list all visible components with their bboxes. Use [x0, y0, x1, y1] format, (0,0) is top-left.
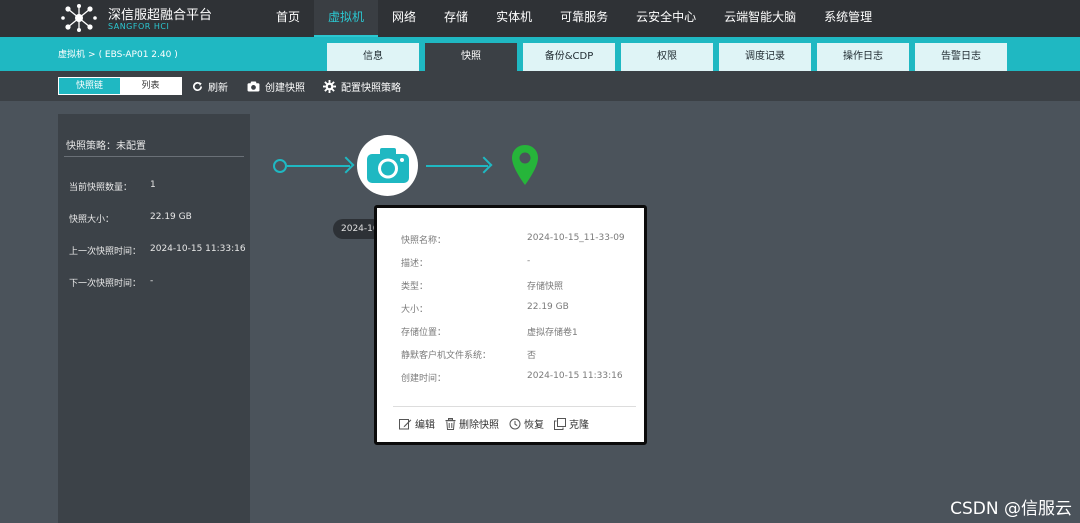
create-snapshot-label: 创建快照: [265, 83, 305, 94]
popover-row-size: 大小： 22.19 GB: [401, 302, 569, 315]
snapshot-detail-popover: 快照名称： 2024-10-15_11-33-09 描述： - 类型： 存储快照…: [374, 205, 647, 445]
brand-subtitle: SANGFOR HCI: [108, 22, 170, 31]
create-snapshot-button[interactable]: 创建快照: [247, 79, 305, 94]
nav-item-physical[interactable]: 实体机: [482, 0, 546, 37]
divider: [64, 156, 244, 157]
snapshot-count: 1: [150, 180, 156, 190]
sangfor-logo-icon: [61, 4, 97, 32]
camera-icon: [247, 81, 260, 92]
view-switch: 快照链 列表: [58, 77, 182, 95]
tab-snapshot[interactable]: 快照: [425, 43, 517, 71]
snapshot-name: 2024-10-15_11-33-09: [527, 233, 625, 243]
top-nav-bar: 深信服超融合平台 SANGFOR HCI 首页 虚拟机 网络 存储 实体机 可靠…: [0, 0, 1080, 37]
refresh-label: 刷新: [208, 83, 228, 94]
info-row-size: 快照大小： 22.19 GB: [69, 212, 192, 225]
snapshot-policy-status: 快照策略：未配置: [66, 141, 146, 152]
breadcrumb-separator: >: [88, 50, 96, 60]
refresh-icon: [193, 82, 202, 91]
clone-icon: [554, 417, 566, 430]
edit-icon: [399, 418, 412, 429]
clone-button[interactable]: 克隆: [554, 416, 589, 431]
delete-snapshot-button[interactable]: 删除快照: [445, 416, 499, 431]
popover-row-location: 存储位置： 虚拟存储卷1: [401, 325, 578, 338]
popover-row-type: 类型： 存储快照: [401, 279, 563, 292]
nav-item-system[interactable]: 系统管理: [810, 0, 886, 37]
divider: [393, 406, 636, 407]
chain-arrow: [426, 165, 488, 167]
tab-backup-cdp[interactable]: 备份&CDP: [523, 43, 615, 71]
breadcrumb-current: ( EBS-AP01 2.40 ): [98, 50, 178, 60]
tab-schedule-log[interactable]: 调度记录: [719, 43, 811, 71]
app-window: 深信服超融合平台 SANGFOR HCI 首页 虚拟机 网络 存储 实体机 可靠…: [0, 0, 1080, 523]
snapshot-size: 22.19 GB: [150, 212, 192, 222]
sub-header: 虚拟机 >( EBS-AP01 2.40 ) 信息 快照 备份&CDP 权限 调度…: [0, 37, 1080, 71]
trash-icon: [445, 417, 456, 430]
snapshot-toolbar: 快照链 列表 刷新 创建快照 配置快照策略: [0, 71, 1080, 101]
tab-operation-log[interactable]: 操作日志: [817, 43, 909, 71]
chain-arrow: [287, 165, 350, 167]
restore-clock-icon: [509, 418, 521, 429]
next-snapshot-time: -: [150, 276, 154, 286]
view-list-button[interactable]: 列表: [120, 78, 181, 94]
gear-icon: [323, 80, 336, 93]
main-nav: 首页 虚拟机 网络 存储 实体机 可靠服务 云安全中心 云端智能大脑 系统管理: [262, 0, 886, 37]
storage-location: 虚拟存储卷1: [527, 328, 578, 338]
popover-row-created: 创建时间： 2024-10-15 11:33:16: [401, 371, 623, 384]
nav-item-vm[interactable]: 虚拟机: [314, 0, 379, 37]
nav-item-cloud-security[interactable]: 云安全中心: [622, 0, 710, 37]
snapshot-info-panel: 快照策略：未配置 当前快照数量： 1 快照大小： 22.19 GB 上一次快照时…: [58, 114, 250, 523]
chain-start-node: [273, 159, 287, 173]
breadcrumb-root[interactable]: 虚拟机: [58, 50, 85, 60]
nav-item-reliability[interactable]: 可靠服务: [546, 0, 622, 37]
tab-info[interactable]: 信息: [327, 43, 419, 71]
breadcrumb: 虚拟机 >( EBS-AP01 2.40 ): [58, 47, 178, 60]
created-time: 2024-10-15 11:33:16: [527, 371, 623, 381]
snapshot-size-detail: 22.19 GB: [527, 302, 569, 312]
info-row-next-time: 下一次快照时间： -: [69, 276, 154, 289]
vm-tabs: 信息 快照 备份&CDP 权限 调度记录 操作日志 告警日志: [327, 43, 1013, 71]
brand-name: 深信服超融合平台: [108, 8, 213, 23]
snapshot-node[interactable]: [357, 135, 418, 196]
restore-button[interactable]: 恢复: [509, 416, 544, 431]
snapshot-description: -: [527, 256, 531, 266]
view-chain-button[interactable]: 快照链: [59, 78, 120, 94]
snapshot-type: 存储快照: [527, 282, 564, 292]
nav-item-cloud-brain[interactable]: 云端智能大脑: [710, 0, 810, 37]
watermark: CSDN @信服云: [950, 499, 1072, 519]
quiesce-fs: 否: [527, 351, 537, 361]
popover-row-description: 描述： -: [401, 256, 531, 269]
nav-item-network[interactable]: 网络: [378, 0, 430, 37]
camera-icon: [366, 147, 409, 183]
info-row-last-time: 上一次快照时间： 2024-10-15 11:33:16: [69, 244, 246, 257]
config-policy-button[interactable]: 配置快照策略: [323, 79, 401, 94]
edit-button[interactable]: 编辑: [399, 416, 435, 431]
popover-row-quiesce: 静默客户机文件系统： 否: [401, 348, 536, 361]
popover-actions: 编辑 删除快照 恢复 克隆: [399, 416, 599, 431]
nav-item-home[interactable]: 首页: [262, 0, 314, 37]
current-state-pin-icon: [512, 145, 538, 185]
tab-alarm-log[interactable]: 告警日志: [915, 43, 1007, 71]
popover-row-name: 快照名称： 2024-10-15_11-33-09: [401, 233, 625, 246]
config-policy-label: 配置快照策略: [341, 83, 401, 94]
tab-permission[interactable]: 权限: [621, 43, 713, 71]
nav-item-storage[interactable]: 存储: [430, 0, 482, 37]
last-snapshot-time: 2024-10-15 11:33:16: [150, 244, 246, 254]
info-row-count: 当前快照数量： 1: [69, 180, 156, 193]
refresh-button[interactable]: 刷新: [192, 79, 228, 94]
